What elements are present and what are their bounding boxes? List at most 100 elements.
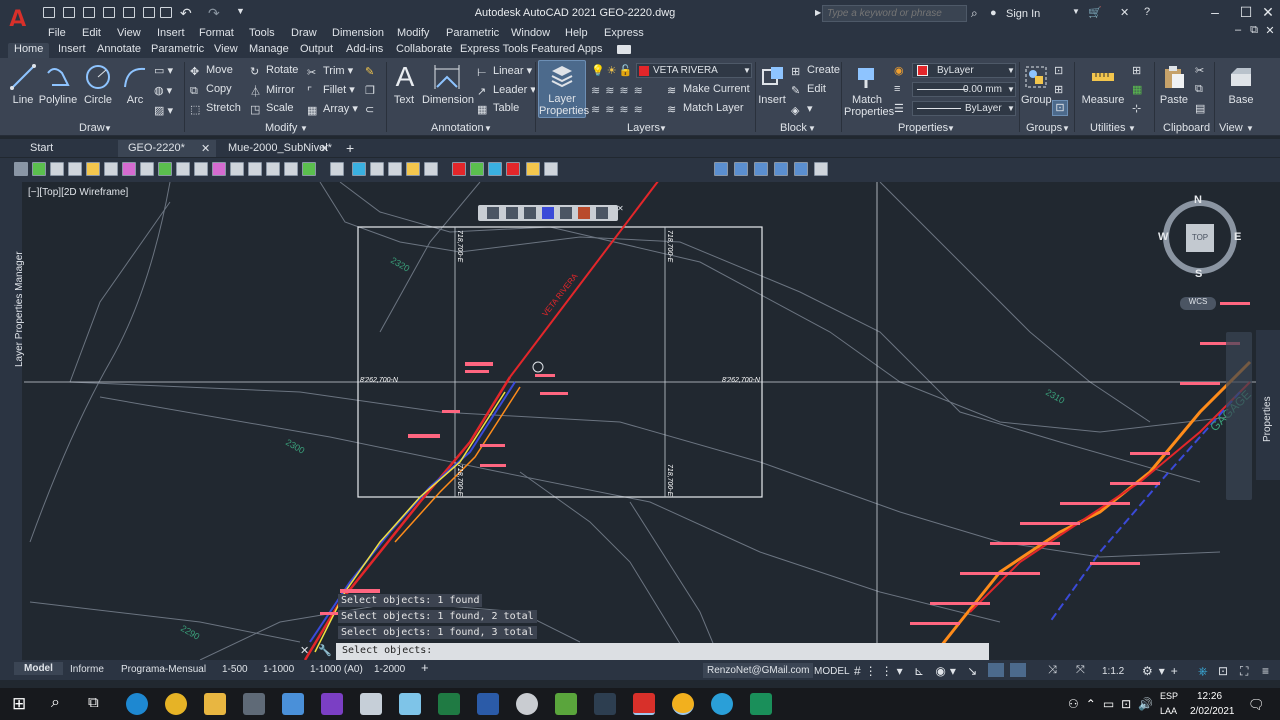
quick-calc-icon[interactable]: ⊞: [1132, 64, 1141, 77]
paint-icon[interactable]: [399, 693, 421, 715]
menu-parametric[interactable]: Parametric: [446, 27, 499, 39]
compass-east[interactable]: E: [1234, 231, 1241, 243]
cart-icon[interactable]: 🛒: [1088, 6, 1102, 19]
toolbar-tool-icon[interactable]: [158, 162, 172, 176]
id-point-icon[interactable]: ⊹: [1132, 102, 1141, 115]
save-web-icon[interactable]: [143, 7, 155, 18]
language-indicator[interactable]: ESP: [1160, 691, 1178, 701]
windows-start-icon[interactable]: ⊞: [12, 694, 26, 714]
file-explorer-icon[interactable]: [204, 693, 226, 715]
toolbar-tool-icon[interactable]: [104, 162, 118, 176]
group-button[interactable]: Group: [1021, 62, 1052, 106]
isolate-icon[interactable]: ⎈: [1198, 664, 1208, 679]
notifications-icon[interactable]: 🗨: [1248, 697, 1265, 713]
menu-dimension[interactable]: Dimension: [332, 27, 384, 39]
toolbar-tool-icon[interactable]: [470, 162, 484, 176]
search-input[interactable]: [822, 5, 967, 22]
chevron-right-icon[interactable]: ▶: [815, 8, 821, 17]
erase-button[interactable]: ✎: [365, 64, 381, 78]
layout-tab-programa-mensual[interactable]: Programa-Mensual: [121, 664, 206, 675]
autocad-map-taskbar-icon[interactable]: [672, 693, 694, 715]
menu-draw[interactable]: Draw: [291, 27, 317, 39]
lineweight-dropdown[interactable]: 0.00 mm ▼: [912, 82, 1016, 97]
sign-in-link[interactable]: Sign In: [1006, 8, 1040, 20]
fence-icon[interactable]: [542, 207, 554, 219]
measure-button[interactable]: Measure: [1080, 62, 1126, 106]
wcs-menu[interactable]: WCS: [1180, 297, 1216, 310]
copy-button[interactable]: ⧉ Copy: [190, 83, 232, 97]
toolbar-tool-icon[interactable]: [754, 162, 768, 176]
save-icon[interactable]: [83, 7, 95, 18]
menu-help[interactable]: Help: [565, 27, 588, 39]
layer-state-icons[interactable]: 💡☀🔓: [591, 64, 634, 77]
text-button[interactable]: A Text: [390, 61, 418, 106]
toolbar-tool-icon[interactable]: [248, 162, 262, 176]
toolbar-tool-icon[interactable]: [68, 162, 82, 176]
sign-in-dropdown-icon[interactable]: ▼: [1072, 7, 1080, 16]
maximize-button[interactable]: ☐: [1236, 4, 1256, 22]
tab-express-tools[interactable]: Express Tools: [460, 43, 528, 55]
drawing-canvas[interactable]: VETA RIVERA 8'262,700-N 8'262,700-N 718,…: [0, 182, 1280, 660]
region-icon[interactable]: ▨ ▾: [154, 104, 173, 117]
toolbar-tool-icon[interactable]: [176, 162, 190, 176]
toolbar-tool-icon[interactable]: [14, 162, 28, 176]
maps-icon[interactable]: [516, 693, 538, 715]
osnap-icon[interactable]: [988, 663, 1004, 677]
explode-button[interactable]: ❐: [365, 83, 381, 97]
tab-add-ins[interactable]: Add-ins: [346, 43, 383, 55]
ungroup-icon[interactable]: ⊡: [1054, 64, 1063, 77]
toolbar-tool-icon[interactable]: [488, 162, 502, 176]
scale-button[interactable]: ◳ Scale: [250, 102, 294, 116]
close-floating-toolbar-icon[interactable]: ✕: [617, 204, 624, 213]
new-icon[interactable]: [43, 7, 55, 18]
status-toggles[interactable]: #⋮⋮▾ ⊾ ◉▾ ↘: [854, 664, 981, 678]
polyline-button[interactable]: Polyline: [38, 62, 78, 106]
table-button[interactable]: ▦ Table: [477, 102, 519, 116]
layout-tab-1-500[interactable]: 1-500: [222, 664, 248, 675]
circle-button[interactable]: Circle: [82, 62, 114, 106]
clock-time[interactable]: 12:26: [1197, 691, 1222, 702]
group-selection-icon[interactable]: ⊡: [1052, 100, 1068, 116]
toolbar-tool-icon[interactable]: [774, 162, 788, 176]
add-layout-icon[interactable]: +: [421, 660, 429, 675]
word-icon[interactable]: [477, 693, 499, 715]
select-icon[interactable]: [487, 207, 499, 219]
hatch-icon[interactable]: ◍ ▾: [154, 84, 172, 97]
toolbar-tool-icon[interactable]: [506, 162, 520, 176]
toolbar-tool-icon[interactable]: [140, 162, 154, 176]
utilities-panel-title[interactable]: Utilities: [1090, 122, 1125, 134]
toolbar-tool-icon[interactable]: [50, 162, 64, 176]
close-tab-icon[interactable]: ✕: [201, 142, 210, 155]
leader-button[interactable]: ↗ Leader ▾: [477, 83, 536, 98]
minimize-button[interactable]: –: [1205, 4, 1225, 22]
close-tab-icon[interactable]: ✕: [320, 142, 329, 155]
tab-view[interactable]: View: [214, 43, 238, 55]
toolbar-tool-icon[interactable]: [212, 162, 226, 176]
menu-view[interactable]: View: [117, 27, 141, 39]
compass-north[interactable]: N: [1194, 194, 1202, 206]
match-properties-button[interactable]: Match Properties: [844, 62, 894, 118]
file-tab-start[interactable]: Start: [20, 140, 63, 157]
layer-properties-manager-label[interactable]: Layer Properties Manager: [14, 251, 25, 367]
keyboard-layout[interactable]: LAA: [1160, 706, 1177, 716]
offset-button[interactable]: ⊂: [365, 102, 381, 116]
search-taskbar-icon[interactable]: ⌕: [51, 694, 60, 712]
array-button[interactable]: ▦ Array ▾: [307, 102, 358, 117]
match-layer-button[interactable]: ≋ Match Layer: [667, 102, 744, 116]
network-app-icon[interactable]: [594, 693, 616, 715]
web-icon[interactable]: [123, 7, 135, 18]
crossing-icon[interactable]: [524, 207, 536, 219]
toolbar-tool-icon[interactable]: [794, 162, 808, 176]
linetype-dropdown[interactable]: ByLayer ▼: [912, 101, 1016, 116]
cut-icon[interactable]: ✂: [1195, 64, 1204, 77]
navigation-bar[interactable]: [1226, 332, 1252, 500]
block-panel-dropdown-icon[interactable]: ▼: [808, 124, 816, 133]
search-icon[interactable]: ⌕: [971, 6, 978, 21]
3d-viewer-icon[interactable]: [282, 693, 304, 715]
excel-icon[interactable]: [438, 693, 460, 715]
layer-tools-row-2[interactable]: ≋≋≋≋: [591, 103, 648, 116]
modify-panel-title[interactable]: Modify: [265, 122, 297, 134]
project-icon[interactable]: [555, 693, 577, 715]
toolbar-tool-icon[interactable]: [370, 162, 384, 176]
clean-screen-icon[interactable]: ⛶: [1240, 664, 1248, 679]
